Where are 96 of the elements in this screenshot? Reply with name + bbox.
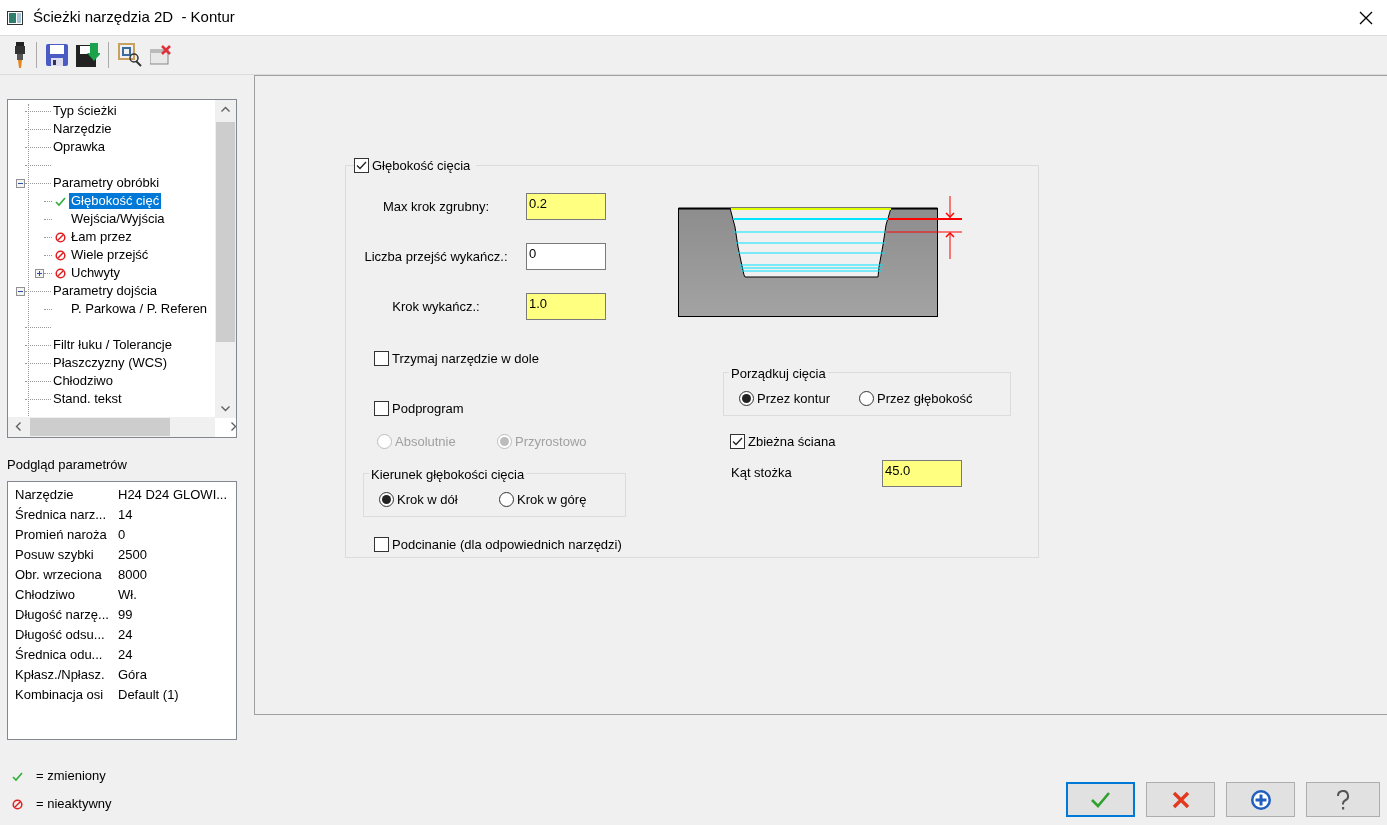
parameter-name: Długość narzę... [15, 606, 110, 625]
tree-item[interactable]: Parametry dojścia [51, 283, 160, 299]
tree-item[interactable]: Oprawka [51, 139, 108, 155]
parameter-value: 8000 [118, 566, 147, 585]
parameter-value: 0 [118, 526, 126, 545]
checkbox-label: Głębokość cięcia [372, 157, 471, 175]
parameter-name: Średnica narz... [15, 506, 108, 525]
tree-item[interactable]: Parametry obróbki [51, 175, 162, 191]
checkbox-label: Trzymaj narzędzie w dole [392, 350, 539, 368]
field-label: Liczba przejść wykańcz.: [363, 247, 509, 266]
parameter-value: 99 [118, 606, 133, 625]
legend-text: = zmieniony [36, 767, 106, 786]
scroll-up-icon[interactable] [221, 106, 230, 112]
parameter-value: 24 [118, 646, 133, 665]
tree-item[interactable]: Płaszczyzny (WCS) [51, 355, 170, 371]
checkbox-label: Zbieżna ściana [748, 433, 836, 451]
tree-item[interactable]: P. Parkowa / P. Referen [69, 301, 210, 317]
preview-title: Podgląd parametrów [7, 455, 128, 474]
radio-button[interactable] [499, 491, 514, 507]
radio-label: Przez głębokość [877, 390, 973, 408]
delete-window-icon[interactable] [150, 45, 172, 65]
parameter-name: Posuw szybki [15, 546, 95, 565]
tree-item[interactable]: Narzędzie [51, 121, 114, 137]
parameter-name: Narzędzie [15, 486, 75, 505]
forbidden-icon [12, 798, 23, 810]
checkbox-label: Podcinanie (dla odpowiednich narzędzi) [392, 535, 622, 554]
collapse-icon[interactable] [16, 286, 25, 296]
parameter-name: Chłodziwo [15, 586, 76, 605]
save-icon[interactable] [46, 44, 68, 66]
field-label: Max krok zgrubny: [381, 197, 491, 216]
help-icon [1334, 789, 1352, 810]
vertical-scrollbar[interactable] [215, 100, 236, 418]
check-button[interactable] [1066, 782, 1135, 817]
parameter-value: Default (1) [118, 686, 179, 705]
scroll-down-icon[interactable] [221, 406, 230, 412]
parameter-name: Obr. wrzeciona [15, 566, 103, 585]
parameter-name: Promień naroża [15, 526, 108, 545]
scroll-right-icon[interactable] [231, 422, 236, 432]
legend-text: = nieaktywny [36, 795, 112, 814]
radio-label: Przez kontur [757, 390, 830, 408]
radio-button[interactable] [379, 491, 394, 507]
tree-item[interactable]: Wiele przejść [69, 247, 151, 263]
input-field[interactable]: 1.0 [526, 293, 606, 320]
plus-icon [1249, 788, 1272, 811]
field-label: Krok wykańcz.: [391, 297, 481, 316]
input-field[interactable]: 45.0 [882, 459, 962, 487]
scrollbar-thumb[interactable] [30, 417, 170, 436]
tree-item[interactable]: Filtr łuku / Tolerancje [51, 337, 174, 353]
tree-item[interactable]: Chłodziwo [51, 373, 115, 389]
radio-label: Krok w dół [397, 490, 458, 509]
tree-item[interactable]: Wejścia/Wyjścia [69, 211, 167, 227]
parameter-name: Kpłasz./Npłasz. [15, 666, 106, 685]
parameter-value: 2500 [118, 546, 147, 565]
checkbox[interactable] [730, 434, 745, 450]
preview-zoom-icon[interactable] [118, 43, 142, 67]
field-label: Kąt stożka [731, 464, 793, 483]
checkbox[interactable] [374, 536, 389, 552]
tool-icon[interactable] [14, 42, 26, 68]
help-button[interactable] [1306, 782, 1380, 817]
radio-button[interactable] [739, 391, 754, 407]
input-field[interactable]: 0 [526, 243, 606, 270]
collapse-icon[interactable] [16, 178, 25, 188]
tree-item[interactable]: Głębokość cięć [69, 193, 162, 209]
parameter-value: Góra [118, 666, 147, 685]
radio-button[interactable] [859, 391, 874, 407]
tree-item[interactable]: Łam przez [69, 229, 134, 245]
expand-icon[interactable] [35, 268, 44, 278]
parameter-value: 14 [118, 506, 133, 525]
check-icon [1090, 790, 1111, 809]
parameter-value: H24 D24 GLOWI... [118, 486, 228, 505]
close-icon [1171, 790, 1190, 809]
scroll-left-icon[interactable] [15, 422, 21, 432]
save-export-icon[interactable] [76, 43, 100, 67]
window-title: Ścieżki narzędzia 2D - Kontur [33, 7, 235, 28]
close-icon[interactable] [1359, 10, 1373, 25]
parameter-value: Wł. [118, 586, 137, 605]
radio-label: Absolutnie [395, 433, 456, 451]
scrollbar-thumb[interactable] [216, 122, 235, 342]
tree-item[interactable]: Uchwyty [69, 265, 123, 281]
app-icon [7, 10, 23, 25]
checkbox[interactable] [374, 351, 389, 367]
parameter-name: Długość odsu... [15, 626, 106, 645]
radio-label: Krok w górę [517, 490, 587, 509]
parameter-name: Kombinacja osi [15, 686, 105, 705]
tree-item[interactable]: Typ ścieżki [51, 103, 119, 119]
plus-button[interactable] [1226, 782, 1295, 817]
parameter-name: Średnica odu... [15, 646, 104, 665]
tree-item[interactable]: Stand. tekst [51, 391, 124, 407]
checkbox-label: Podprogram [392, 399, 464, 418]
checkbox[interactable] [354, 158, 369, 174]
input-field[interactable]: 0.2 [526, 193, 606, 220]
radio-label: Przyrostowo [515, 433, 587, 451]
checkbox[interactable] [374, 400, 389, 416]
parameter-value: 24 [118, 626, 133, 645]
close-button[interactable] [1146, 782, 1215, 817]
check-icon [12, 770, 23, 782]
